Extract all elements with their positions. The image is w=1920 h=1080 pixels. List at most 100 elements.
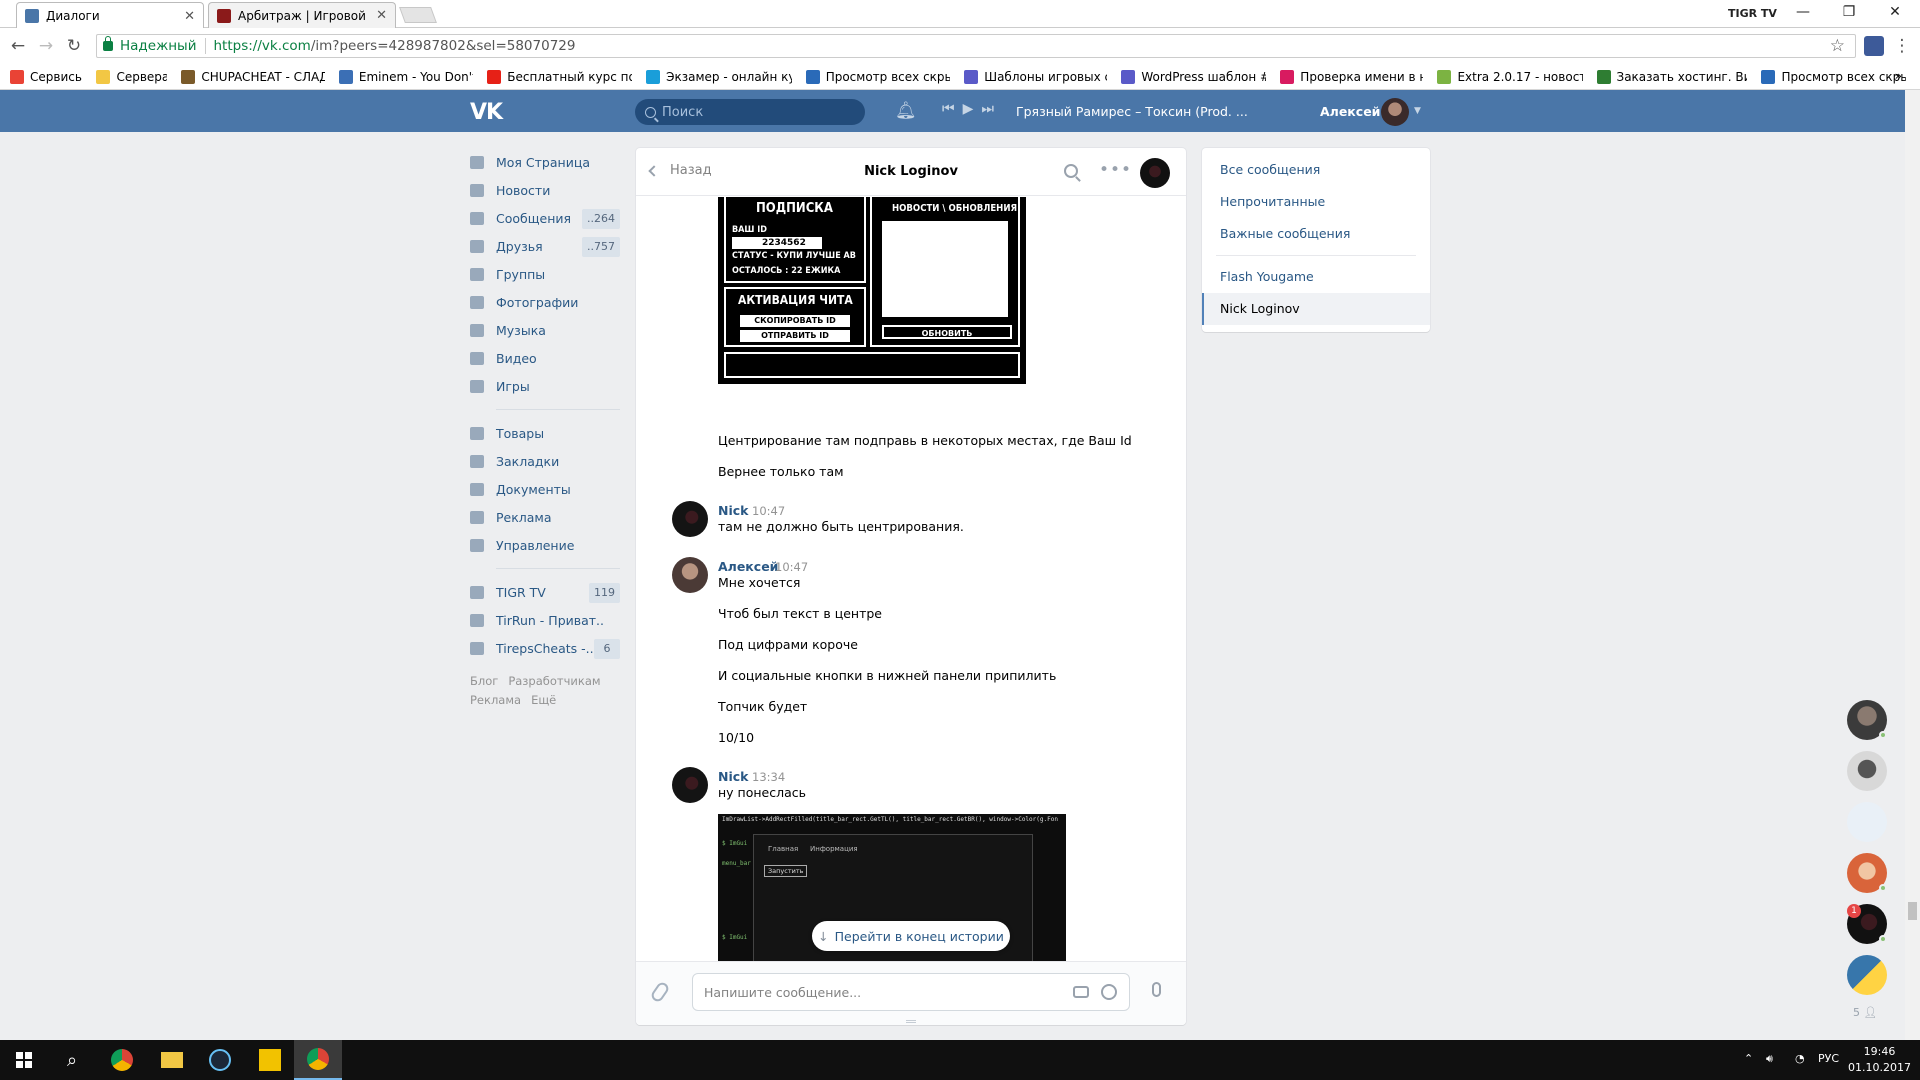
scrollbar-thumb[interactable] bbox=[1908, 902, 1917, 920]
bookmark-item[interactable]: Сервера bbox=[96, 69, 167, 84]
bookmark-item[interactable]: Просмотр всех скры bbox=[1761, 69, 1906, 84]
new-tab-button[interactable] bbox=[399, 7, 437, 23]
avatar[interactable] bbox=[1381, 98, 1409, 126]
avatar[interactable]: 1 bbox=[1847, 904, 1887, 944]
avatar[interactable] bbox=[1847, 853, 1887, 893]
bookmarks-overflow-button[interactable]: » bbox=[1895, 69, 1902, 83]
message-author[interactable]: Алексей bbox=[718, 559, 778, 574]
message-author[interactable]: Nick bbox=[718, 769, 748, 784]
bookmark-star-icon[interactable]: ☆ bbox=[1830, 36, 1845, 56]
message-image-subscription-mockup[interactable]: ПОДПИСКА ВАШ ID 2234562 СТАТУС - КУПИ ЛУ… bbox=[718, 197, 1026, 384]
header-user-name[interactable]: Алексей bbox=[1320, 104, 1380, 119]
avatar[interactable] bbox=[1847, 751, 1887, 791]
explorer-taskbar-icon[interactable] bbox=[148, 1040, 196, 1080]
tab-arbitrazh[interactable]: Арбитраж | Игровой фо ✕ bbox=[208, 2, 396, 28]
sidebar-item[interactable]: Закладки bbox=[470, 447, 620, 475]
steam-taskbar-icon[interactable] bbox=[196, 1040, 244, 1080]
footer-link[interactable]: Разработчикам bbox=[508, 674, 600, 688]
sidebar-item[interactable]: Игры bbox=[470, 372, 620, 400]
chevron-down-icon[interactable]: ▼ bbox=[1414, 106, 1421, 116]
avatar[interactable] bbox=[1140, 158, 1170, 188]
jump-to-end-button[interactable]: ↓ Перейти в конец истории bbox=[812, 921, 1010, 951]
url-input[interactable]: Надежный https://vk.com/im?peers=4289878… bbox=[96, 34, 1856, 58]
search-icon[interactable] bbox=[1064, 164, 1078, 178]
menu-kebab-icon[interactable]: ⋮ bbox=[1892, 36, 1912, 56]
bookmark-item[interactable]: Сервисы bbox=[10, 69, 82, 84]
chrome-active-taskbar-icon[interactable] bbox=[294, 1040, 342, 1080]
back-arrow-icon[interactable]: ← bbox=[8, 36, 28, 56]
emoji-smile-icon[interactable] bbox=[1101, 984, 1117, 1000]
minimize-icon[interactable]: — bbox=[1788, 4, 1818, 24]
filter-all-messages[interactable]: Все сообщения bbox=[1202, 154, 1430, 186]
sidebar-group-item[interactable]: TirepsCheats -.. 6 bbox=[470, 634, 620, 662]
language-indicator[interactable]: РУС bbox=[1818, 1052, 1839, 1065]
avatar[interactable] bbox=[672, 767, 708, 803]
close-window-icon[interactable]: ✕ bbox=[1880, 4, 1910, 24]
close-tab-icon[interactable]: ✕ bbox=[184, 9, 195, 24]
forward-arrow-icon[interactable]: → bbox=[36, 36, 56, 56]
audio-player-controls[interactable]: ⏮︎▶︎⏭︎ bbox=[942, 101, 1002, 117]
sidebar-item[interactable]: Документы bbox=[470, 475, 620, 503]
sidebar-item[interactable]: Сообщения ..264 bbox=[470, 204, 620, 232]
sidebar-group-item[interactable]: TirRun - Приват.. bbox=[470, 606, 620, 634]
bookmark-item[interactable]: Eminem - You Don't bbox=[338, 69, 473, 84]
search-input[interactable]: Поиск bbox=[635, 99, 865, 125]
chrome-taskbar-icon[interactable] bbox=[98, 1040, 146, 1080]
page-scrollbar[interactable] bbox=[1905, 90, 1920, 1040]
sidebar-item[interactable]: Группы bbox=[470, 260, 620, 288]
bookmark-item[interactable]: Заказать хостинг. Ви bbox=[1596, 69, 1747, 84]
bookmark-item[interactable]: Бесплатный курс по bbox=[487, 69, 632, 84]
bookmark-item[interactable]: Экзамер - онлайн ку bbox=[646, 69, 792, 84]
notifications-bell-icon[interactable]: 🔔︎ bbox=[895, 101, 917, 121]
filter-important[interactable]: Важные сообщения bbox=[1202, 218, 1430, 250]
extension-icon[interactable] bbox=[1864, 36, 1884, 56]
bookmark-item[interactable]: WordPress шаблон # bbox=[1121, 69, 1266, 84]
bookmark-item[interactable]: Шаблоны игровых с bbox=[964, 69, 1107, 84]
bookmark-item[interactable]: CHUPACHEAT - СЛАД bbox=[181, 69, 325, 84]
reload-icon[interactable]: ↻ bbox=[64, 36, 84, 56]
dialog-link-flash-yougame[interactable]: Flash Yougame bbox=[1202, 261, 1430, 293]
start-button[interactable] bbox=[0, 1040, 48, 1080]
filter-unread[interactable]: Непрочитанные bbox=[1202, 186, 1430, 218]
dialog-link-nick-loginov[interactable]: Nick Loginov bbox=[1202, 293, 1430, 325]
avatar[interactable] bbox=[1847, 802, 1887, 842]
sidebar-item[interactable]: Друзья ..757 bbox=[470, 232, 620, 260]
microphone-icon[interactable] bbox=[1152, 982, 1161, 997]
sidebar-item[interactable]: Товары bbox=[470, 419, 620, 447]
sidebar-item[interactable]: Реклама bbox=[470, 503, 620, 531]
sidebar-item[interactable]: Управление bbox=[470, 531, 620, 559]
avatar[interactable] bbox=[1847, 955, 1887, 995]
tray-chevron-icon[interactable]: ⌃ bbox=[1744, 1052, 1753, 1065]
restore-icon[interactable]: ❐ bbox=[1834, 4, 1864, 24]
more-dots-icon[interactable]: ••• bbox=[1099, 160, 1132, 180]
online-count[interactable]: 5 👤︎ bbox=[1853, 1006, 1891, 1019]
tab-dialogs[interactable]: Диалоги ✕ bbox=[16, 2, 204, 29]
bookmark-item[interactable]: Проверка имени в н bbox=[1280, 69, 1423, 84]
bookmark-item[interactable]: Просмотр всех скры bbox=[805, 69, 950, 84]
vk-logo[interactable]: VK bbox=[470, 100, 503, 125]
clock[interactable]: 19:46 01.10.2017 bbox=[1848, 1044, 1911, 1076]
footer-link[interactable]: Реклама bbox=[470, 693, 521, 707]
message-author[interactable]: Nick bbox=[718, 503, 748, 518]
sidebar-item[interactable]: Фотографии bbox=[470, 288, 620, 316]
sidebar-item[interactable]: Музыка bbox=[470, 316, 620, 344]
avatar[interactable] bbox=[1847, 700, 1887, 740]
sidebar-item[interactable]: Новости bbox=[470, 176, 620, 204]
avatar[interactable] bbox=[672, 501, 708, 537]
bookmark-item[interactable]: Extra 2.0.17 - новост bbox=[1437, 69, 1583, 84]
app-taskbar-icon[interactable] bbox=[246, 1040, 294, 1080]
wifi-icon[interactable]: ◔ bbox=[1795, 1052, 1805, 1065]
sidebar-item[interactable]: Моя Страница bbox=[470, 148, 620, 176]
attach-paperclip-icon[interactable] bbox=[649, 980, 671, 1004]
close-tab-icon[interactable]: ✕ bbox=[376, 8, 387, 23]
resize-grip-icon[interactable] bbox=[906, 1020, 916, 1023]
sidebar-group-item[interactable]: TIGR TV 119 bbox=[470, 578, 620, 606]
footer-link[interactable]: Ещё bbox=[531, 693, 556, 707]
volume-icon[interactable]: 🔊︎ bbox=[1766, 1052, 1773, 1066]
message-input[interactable]: Напишите сообщение... bbox=[692, 973, 1130, 1011]
sidebar-item[interactable]: Видео bbox=[470, 344, 620, 372]
avatar[interactable] bbox=[672, 557, 708, 593]
camera-icon[interactable] bbox=[1073, 986, 1089, 998]
footer-link[interactable]: Блог bbox=[470, 674, 498, 688]
search-icon[interactable]: ⌕ bbox=[48, 1040, 96, 1080]
